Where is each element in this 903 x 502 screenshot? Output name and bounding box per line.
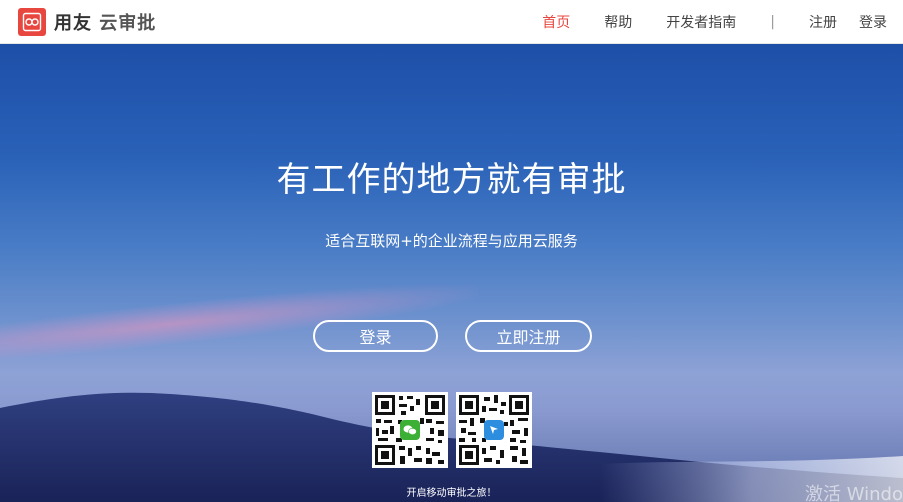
hero-title: 有工作的地方就有审批 [276, 160, 627, 200]
nav-item-developer-guide[interactable]: 开发者指南 [666, 12, 736, 32]
app-qr-code [456, 392, 532, 468]
nav-separator: | [770, 14, 775, 30]
wechat-icon [400, 420, 420, 440]
brand-logo[interactable]: 用友 云审批 [18, 8, 156, 36]
hero-register-button[interactable]: 立即注册 [465, 320, 592, 352]
hero-subtitle: 适合互联网+的企业流程与应用云服务 [325, 232, 578, 250]
brand-name: 用友 云审批 [54, 13, 157, 34]
top-nav: 首页 帮助 开发者指南 | 注册 登录 [508, 0, 887, 44]
nav-register-link[interactable]: 注册 [809, 12, 837, 32]
nav-item-help[interactable]: 帮助 [604, 12, 632, 32]
activation-watermark: 激活 Windo [805, 484, 903, 502]
top-header: 用友 云审批 首页 帮助 开发者指南 | 注册 登录 [0, 0, 903, 44]
app-icon [484, 420, 504, 440]
nav-item-home[interactable]: 首页 [542, 12, 570, 32]
cloud-link-logo-icon [18, 8, 46, 36]
hero-banner: 有工作的地方就有审批 适合互联网+的企业流程与应用云服务 登录 立即注册 开启移… [0, 44, 903, 502]
hero-login-button[interactable]: 登录 [313, 320, 438, 352]
wechat-qr-code [372, 392, 448, 468]
mobile-caption: 开启移动审批之旅！ [406, 488, 497, 499]
brand-product: 云审批 [99, 13, 157, 34]
nav-login-link[interactable]: 登录 [859, 12, 887, 32]
mountain-silhouette [0, 392, 903, 502]
